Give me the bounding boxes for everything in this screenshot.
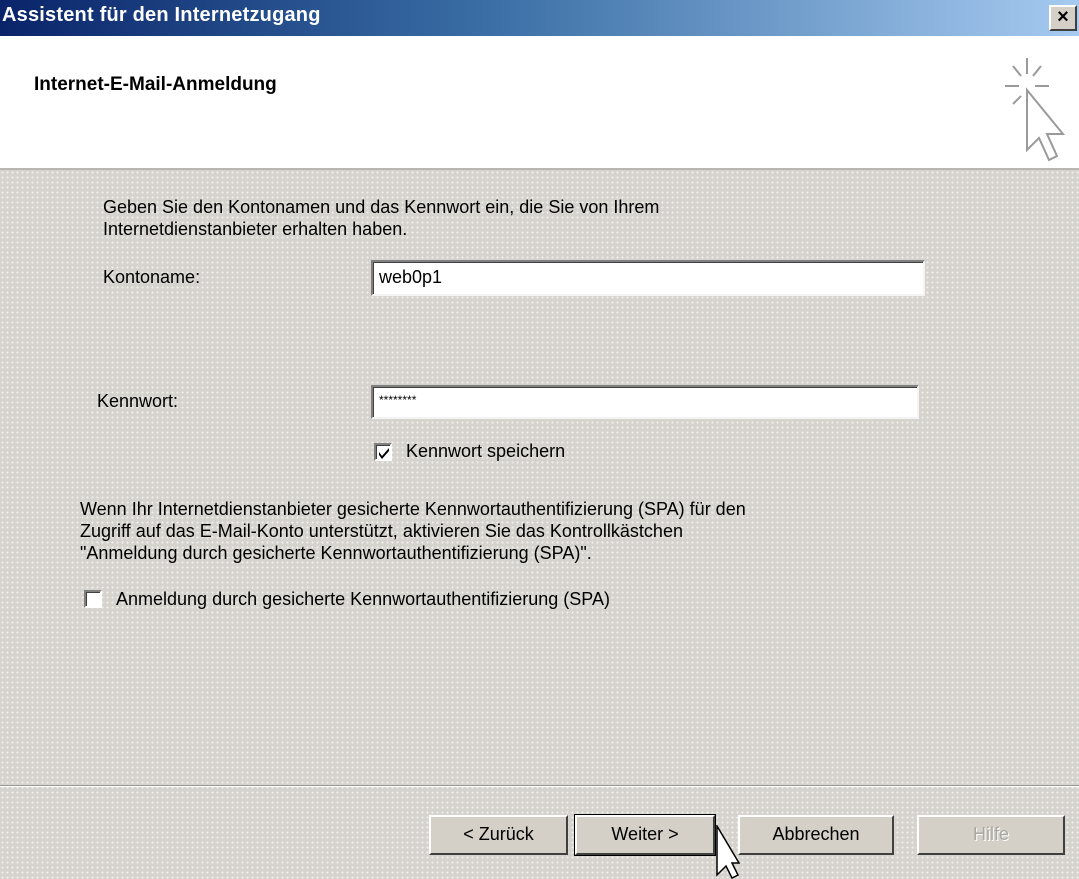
intro-text-line2: Internetdienstanbieter erhalten haben.: [103, 219, 408, 239]
wizard-header: Internet-E-Mail-Anmeldung: [0, 36, 1079, 170]
back-button[interactable]: < Zurück: [429, 815, 568, 855]
spa-text-line1: Wenn Ihr Internetdienstanbieter gesicher…: [80, 499, 746, 519]
save-password-checkbox[interactable]: [374, 443, 392, 461]
window-title: Assistent für den Internetzugang: [2, 4, 321, 26]
footer-divider: [0, 785, 1079, 787]
intro-text-line1: Geben Sie den Kontonamen und das Kennwor…: [103, 197, 660, 217]
account-name-label: Kontoname:: [103, 267, 201, 287]
spa-checkbox[interactable]: [84, 590, 102, 608]
wizard-cursor-icon: [1005, 58, 1066, 162]
wizard-content: Geben Sie den Kontonamen und das Kennwor…: [0, 170, 1079, 879]
help-button[interactable]: Hilfe: [917, 815, 1065, 855]
spa-checkbox-label[interactable]: Anmeldung durch gesicherte Kennwortauthe…: [116, 588, 610, 610]
cancel-button[interactable]: Abbrechen: [738, 815, 894, 855]
account-name-input[interactable]: web0p1: [371, 260, 925, 296]
close-icon: ×: [1057, 6, 1069, 28]
password-input[interactable]: ********: [371, 385, 919, 419]
password-label: Kennwort:: [97, 391, 179, 411]
spa-text-line2: Zugriff auf das E-Mail-Konto unterstützt…: [80, 521, 683, 541]
close-button[interactable]: ×: [1049, 5, 1077, 31]
mouse-cursor-icon: [716, 825, 740, 879]
next-button[interactable]: Weiter >: [574, 814, 716, 856]
page-title: Internet-E-Mail-Anmeldung: [34, 74, 277, 95]
title-bar[interactable]: Assistent für den Internetzugang ×: [0, 0, 1079, 36]
spa-text-line3: "Anmeldung durch gesicherte Kennwortauth…: [80, 543, 592, 563]
checkmark-icon: [379, 448, 389, 459]
save-password-label[interactable]: Kennwort speichern: [406, 440, 565, 462]
